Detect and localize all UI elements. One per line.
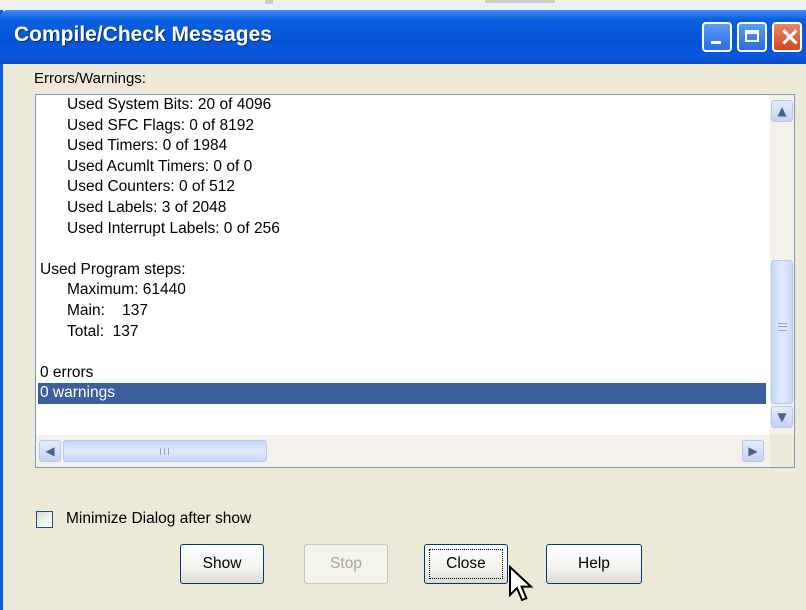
horizontal-scroll-thumb[interactable] — [63, 440, 267, 462]
minimize-checkbox-label[interactable]: Minimize Dialog after show — [66, 510, 251, 528]
close-button[interactable]: Close — [424, 544, 508, 584]
message-line[interactable]: Used Labels: 3 of 2048 — [38, 198, 766, 219]
message-line[interactable] — [38, 239, 766, 260]
message-line[interactable]: Used System Bits: 20 of 4096 — [38, 95, 766, 116]
message-line[interactable]: 0 warnings — [38, 383, 766, 404]
message-line[interactable]: Used Interrupt Labels: 0 of 256 — [38, 219, 766, 240]
maximize-button[interactable] — [737, 22, 767, 52]
chevron-right-icon: ▶ — [748, 444, 758, 458]
minimize-checkbox[interactable] — [36, 511, 53, 528]
message-line[interactable]: Used Timers: 0 of 1984 — [38, 136, 766, 157]
close-icon: × — [779, 22, 801, 52]
scroll-up-button[interactable]: ▲ — [771, 100, 793, 122]
message-line[interactable]: 0 errors — [38, 363, 766, 384]
chevron-left-icon: ◀ — [45, 444, 55, 458]
message-line[interactable]: Total: 137 — [38, 322, 766, 343]
background-mark — [265, 0, 273, 4]
minimize-button[interactable] — [702, 22, 732, 52]
message-line[interactable]: Used SFC Flags: 0 of 8192 — [38, 116, 766, 137]
background-mark — [485, 0, 555, 3]
errors-warnings-label: Errors/Warnings: — [34, 70, 146, 87]
grip-icon — [778, 323, 787, 331]
scrollbar-corner — [770, 435, 794, 467]
vertical-scroll-thumb[interactable] — [771, 260, 793, 404]
scroll-right-button[interactable]: ▶ — [742, 440, 764, 462]
message-line[interactable]: Used Acumlt Timers: 0 of 0 — [38, 157, 766, 178]
message-line[interactable]: Used Counters: 0 of 512 — [38, 177, 766, 198]
grip-icon — [160, 448, 169, 455]
chevron-up-icon: ▲ — [777, 104, 787, 118]
title-bar[interactable]: Compile/Check Messages × — [0, 10, 806, 64]
show-button[interactable]: Show — [180, 544, 264, 584]
message-line[interactable]: Main: 137 — [38, 301, 766, 322]
scroll-left-button[interactable]: ◀ — [39, 440, 61, 462]
help-button[interactable]: Help — [546, 544, 642, 584]
message-line[interactable] — [38, 342, 766, 363]
mouse-cursor-icon — [509, 565, 534, 602]
message-line[interactable]: Maximum: 61440 — [38, 280, 766, 301]
message-line[interactable]: Used Program steps: — [38, 260, 766, 281]
vertical-scrollbar[interactable]: ▲ ▼ — [770, 95, 794, 435]
window-title: Compile/Check Messages — [14, 23, 272, 46]
stop-button[interactable]: Stop — [304, 544, 388, 584]
chevron-down-icon: ▼ — [777, 410, 787, 424]
horizontal-scrollbar[interactable]: ◀ ▶ — [36, 435, 770, 467]
scroll-down-button[interactable]: ▼ — [771, 406, 793, 428]
close-window-button[interactable]: × — [772, 22, 802, 52]
messages-list: Used System Bits: 20 of 4096 Used SFC Fla… — [38, 95, 766, 435]
messages-listbox[interactable]: Used System Bits: 20 of 4096 Used SFC Fla… — [35, 94, 795, 468]
